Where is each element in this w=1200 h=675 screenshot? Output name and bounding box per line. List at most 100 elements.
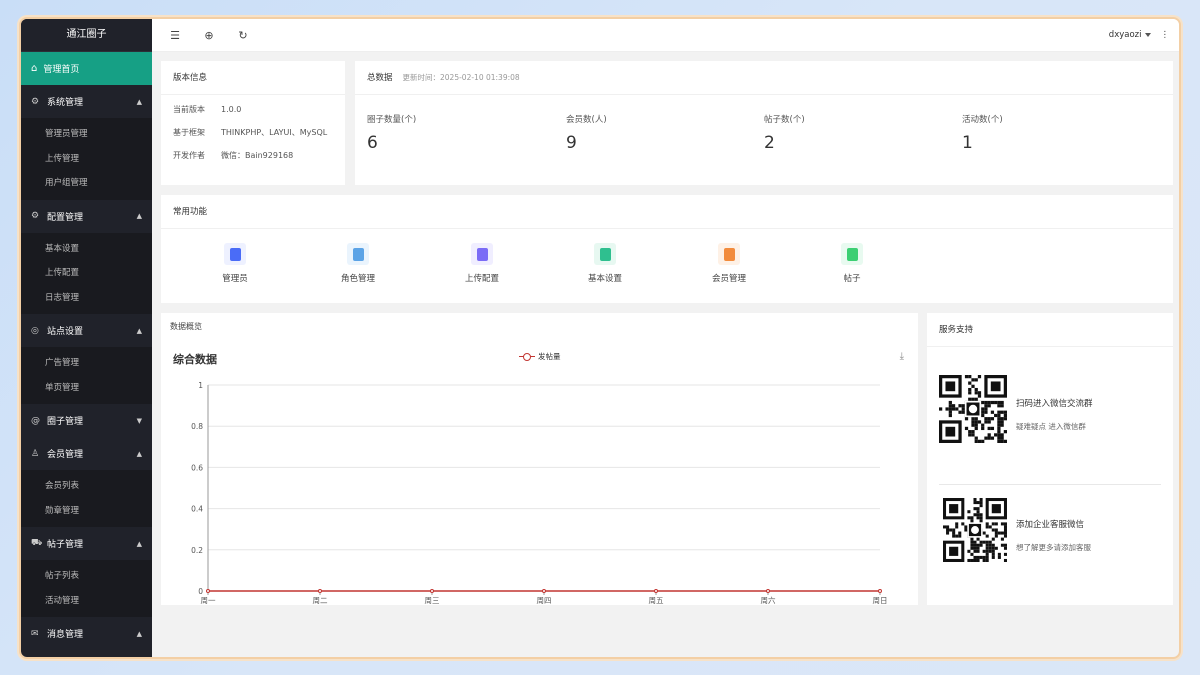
sidebar-sublist: 管理员管理 上传管理 用户组管理	[21, 118, 152, 200]
refresh-icon[interactable]: ↻	[226, 29, 260, 42]
chevron-up-icon: ▲	[136, 449, 142, 458]
x-tick-label: 周一	[201, 596, 216, 605]
sidebar-group[interactable]: ⛟ 帖子管理 ▲	[21, 527, 152, 560]
function-shortcut[interactable]: 上传配置	[452, 243, 512, 284]
version-card: 版本信息 当前版本 1.0.0 基于框架 THINKPHP、LAYUI、MySQL 开发…	[161, 61, 345, 185]
version-key: 开发作者	[173, 151, 205, 160]
function-shortcut[interactable]: 会员管理	[699, 243, 759, 284]
series-point	[318, 589, 322, 593]
x-tick-label: 周五	[649, 596, 664, 605]
series-point	[542, 589, 546, 593]
chevron-up-icon: ▲	[136, 97, 142, 106]
version-row: 基于框架 THINKPHP、LAYUI、MySQL	[161, 124, 345, 141]
version-row: 开发作者 微信：Bain929168	[161, 147, 345, 164]
menu-toggle-icon[interactable]: ☰	[158, 29, 192, 42]
chevron-up-icon: ▲	[136, 629, 142, 638]
series-point	[654, 589, 658, 593]
stat-label: 活动数(个)	[962, 115, 1003, 125]
sidebar-group-label: 系统管理	[47, 98, 84, 108]
series-point	[878, 589, 882, 593]
sidebar-group[interactable]: @ 圈子管理 ▼	[21, 404, 152, 437]
totals-card: 总数据 更新时间：2025-02-10 01:39:08 圈子数量(个) 6 会员数(…	[355, 61, 1173, 185]
chevron-up-icon: ▲	[136, 326, 142, 335]
sidebar-item[interactable]: 活动管理	[21, 589, 152, 614]
sidebar-item[interactable]: 日志管理	[21, 286, 152, 311]
cart-icon: ⛟	[31, 538, 43, 548]
sidebar-group-label: 配置管理	[47, 212, 84, 223]
function-label: 帖子	[843, 274, 861, 284]
app-window: 通江圈子 ⌂ 管理首页 ⚙ 系统管理 ▲ 管理员管理 上传管理 用户组管理 ⚙ 配置管理…	[19, 17, 1181, 659]
y-tick-label: 0.6	[191, 463, 203, 472]
sidebar-item[interactable]: 用户组管理	[21, 171, 152, 196]
function-shortcut[interactable]: 角色管理	[328, 243, 388, 284]
function-label: 角色管理	[340, 274, 375, 284]
sidebar-group-label: 消息管理	[47, 630, 84, 640]
sidebar-item[interactable]: 基本设置	[21, 237, 152, 262]
user-menu[interactable]: dxyaozi	[1109, 30, 1151, 40]
version-value: 1.0.0	[221, 105, 242, 114]
service-block-sub: 疑难疑点 进入微信群	[1016, 422, 1086, 431]
x-tick-label: 周四	[537, 596, 552, 605]
sidebar-sublist: 帖子列表 活动管理	[21, 560, 152, 617]
function-label: 上传配置	[464, 274, 499, 284]
stat-label: 帖子数(个)	[764, 115, 805, 125]
sidebar-group[interactable]: ✉ 消息管理 ▲	[21, 617, 152, 650]
version-title: 版本信息	[161, 61, 345, 95]
updated-time: 更新时间：2025-02-10 01:39:08	[402, 73, 520, 82]
function-shortcut[interactable]: 管理员	[205, 243, 265, 284]
username: dxyaozi	[1108, 30, 1142, 40]
sidebar-group-label: 站点设置	[47, 327, 84, 337]
settings-icon: ⚙	[31, 211, 40, 221]
sidebar-group[interactable]: ⚙ 配置管理 ▲	[21, 200, 152, 233]
sidebar-item[interactable]: 管理员管理	[21, 122, 152, 147]
nav-home[interactable]: ⌂ 管理首页	[21, 52, 152, 85]
sidebar-item[interactable]: 帖子列表	[21, 564, 152, 589]
sidebar-group[interactable]: ♙ 会员管理 ▲	[21, 437, 152, 470]
chart-svg: 0 0.2 0.4 0.6 0.8 1 周一 周二 周三 周四 周五 周六 周日	[191, 381, 887, 605]
chevron-up-icon: ▲	[136, 539, 142, 548]
sidebar-item[interactable]: 广告管理	[21, 351, 152, 376]
nav-groups: ⚙ 系统管理 ▲ 管理员管理 上传管理 用户组管理 ⚙ 配置管理 ▲ 基本设置 上传配置 日志…	[21, 85, 152, 650]
sidebar-group-label: 会员管理	[47, 450, 84, 460]
x-tick-label: 周六	[761, 595, 776, 605]
series-point	[430, 589, 434, 593]
globe-icon[interactable]: ⊕	[192, 29, 226, 42]
function-shortcut[interactable]: 基本设置	[575, 243, 635, 284]
topbar: ☰ ⊕ ↻ dxyaozi ⋮	[152, 19, 1179, 52]
stat-value: 6	[367, 133, 378, 153]
service-block-2: 添加企业客服微信 想了解更多请添加客服	[939, 498, 1161, 568]
at-icon: @	[31, 415, 40, 426]
sidebar-sublist: 广告管理 单页管理	[21, 347, 152, 404]
more-icon[interactable]: ⋮	[1161, 30, 1170, 40]
sidebar-group-label: 帖子管理	[47, 540, 84, 550]
stat-block: 圈子数量(个) 6	[367, 113, 416, 153]
function-shortcut[interactable]: 帖子	[822, 243, 882, 284]
sidebar-group[interactable]: ◎ 站点设置 ▲	[21, 314, 152, 347]
sidebar-item[interactable]: 勋章管理	[21, 499, 152, 524]
sidebar-group-label: 圈子管理	[47, 417, 84, 427]
nav-home-label: 管理首页	[43, 65, 80, 75]
stat-block: 活动数(个) 1	[962, 113, 1003, 153]
function-icon	[347, 243, 369, 265]
functions-title: 常用功能	[161, 195, 1173, 229]
stat-label: 会员数(人)	[566, 115, 607, 125]
qr-code-1	[939, 375, 1007, 443]
sidebar-item[interactable]: 上传管理	[21, 147, 152, 172]
stat-value: 9	[566, 133, 577, 153]
function-icon	[224, 243, 246, 265]
sidebar-group[interactable]: ⚙ 系统管理 ▲	[21, 85, 152, 118]
sidebar-item[interactable]: 上传配置	[21, 261, 152, 286]
user-icon: ♙	[31, 448, 40, 459]
version-value: 微信：Bain929168	[221, 151, 294, 160]
version-row: 当前版本 1.0.0	[161, 101, 345, 118]
series-point	[766, 589, 770, 593]
sidebar-item[interactable]: 会员列表	[21, 474, 152, 499]
y-tick-label: 0.2	[191, 546, 203, 555]
service-block-title: 扫码进入微信交流群	[1016, 399, 1093, 409]
sidebar-item[interactable]: 单页管理	[21, 376, 152, 401]
function-icon	[718, 243, 740, 265]
totals-title: 总数据	[367, 73, 393, 83]
x-tick-label: 周二	[313, 596, 328, 605]
site-icon: ◎	[31, 325, 39, 336]
service-block-sub: 想了解更多请添加客服	[1016, 543, 1091, 552]
